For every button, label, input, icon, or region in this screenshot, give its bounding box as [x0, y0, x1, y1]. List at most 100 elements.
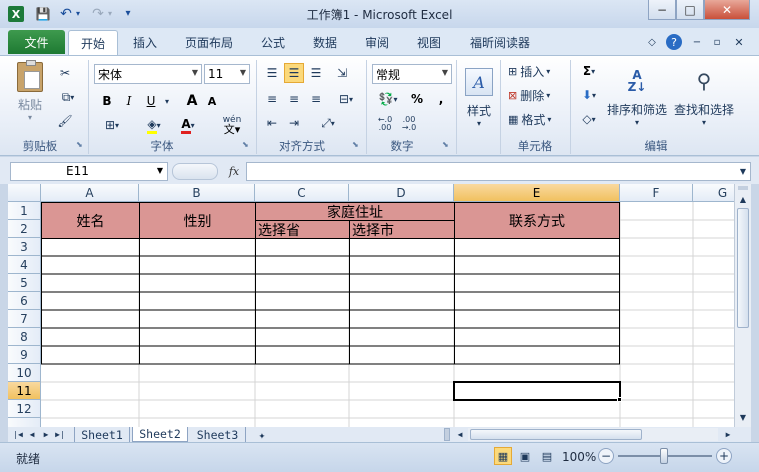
page-layout-view-icon[interactable]: ▣	[516, 447, 534, 465]
doc-close-icon[interactable]: ✕	[732, 30, 746, 54]
row-header-4[interactable]: 4	[8, 256, 41, 274]
selected-cell-e11[interactable]	[453, 381, 621, 401]
name-box[interactable]: E11 ▼	[10, 162, 168, 181]
vertical-scrollbar[interactable]: ▲ ▼	[734, 184, 751, 427]
paste-button[interactable]: 粘贴 ▾	[12, 60, 48, 122]
row-header-1[interactable]: 1	[8, 202, 41, 220]
increase-decimal-icon[interactable]: ←.0.00	[374, 114, 396, 134]
number-format-combo[interactable]: 常规 ▼	[372, 64, 452, 84]
select-all-corner[interactable]	[8, 184, 41, 202]
align-center-icon[interactable]: ≡	[284, 90, 304, 108]
wrap-text-icon[interactable]: ⇲	[332, 64, 352, 82]
shrink-font-button[interactable]: A	[204, 92, 220, 110]
fill-color-icon[interactable]: ◈ ▾	[140, 116, 168, 134]
formula-input[interactable]	[246, 162, 751, 181]
tab-page-layout[interactable]: 页面布局	[176, 30, 242, 54]
format-painter-icon[interactable]: 🖌	[56, 112, 74, 130]
column-header-c[interactable]: C	[255, 184, 349, 202]
horizontal-scroll-thumb[interactable]	[470, 429, 642, 440]
increase-indent-icon[interactable]: ⇥	[284, 114, 304, 132]
tab-foxit-reader[interactable]: 福昕阅读器	[462, 30, 538, 54]
scroll-up-icon[interactable]: ▲	[735, 192, 751, 206]
column-header-d[interactable]: D	[349, 184, 454, 202]
minimize-button[interactable]: −	[648, 0, 676, 20]
scroll-down-icon[interactable]: ▼	[735, 410, 751, 424]
expand-formula-icon[interactable]: ▼	[736, 163, 750, 180]
phonetic-icon[interactable]: wén 文▾	[216, 114, 248, 136]
normal-view-icon[interactable]: ▦	[494, 447, 512, 465]
sheet-tab-1[interactable]: Sheet1	[74, 427, 130, 442]
currency-icon[interactable]: 💱 ▾	[374, 90, 402, 108]
row-header-13[interactable]	[8, 418, 41, 427]
align-bottom-icon[interactable]: ☰	[306, 64, 326, 82]
doc-minimize-icon[interactable]: −	[690, 30, 704, 54]
row-header-7[interactable]: 7	[8, 310, 41, 328]
formula-divider-handle[interactable]	[172, 163, 218, 180]
first-sheet-icon[interactable]: |◀	[12, 427, 24, 442]
cell-province-header[interactable]: 选择省	[255, 220, 350, 239]
column-header-a[interactable]: A	[41, 184, 139, 202]
grow-font-button[interactable]: A	[184, 92, 200, 110]
font-size-combo[interactable]: 11 ▼	[204, 64, 250, 84]
prev-sheet-icon[interactable]: ◀	[26, 427, 38, 442]
maximize-button[interactable]: □	[676, 0, 704, 20]
fill-icon[interactable]: ⬇ ▾	[576, 86, 602, 104]
column-header-f[interactable]: F	[620, 184, 693, 202]
ribbon-collapse-icon[interactable]: ◇	[645, 30, 659, 54]
row-header-6[interactable]: 6	[8, 292, 41, 310]
styles-button[interactable]: A 样式 ▾	[462, 62, 496, 134]
zoom-level[interactable]: 100%	[562, 450, 596, 464]
cell-city-header[interactable]: 选择市	[349, 220, 455, 239]
next-sheet-icon[interactable]: ▶	[40, 427, 52, 442]
clear-icon[interactable]: ◇ ▾	[576, 110, 602, 128]
insert-sheet-icon[interactable]: ✦	[252, 427, 272, 442]
cell-address-header[interactable]: 家庭住址	[255, 202, 455, 221]
italic-button[interactable]: I	[120, 92, 138, 110]
merge-center-icon[interactable]: ⊟ ▾	[332, 90, 360, 108]
last-sheet-icon[interactable]: ▶|	[54, 427, 66, 442]
corner-resize-handle[interactable]	[736, 427, 751, 442]
row-header-3[interactable]: 3	[8, 238, 41, 256]
find-select-button[interactable]: ⚲ 查找和选择 ▾	[672, 62, 736, 134]
number-launcher-icon[interactable]: ⬊	[442, 140, 452, 150]
cut-icon[interactable]: ✂	[56, 64, 74, 82]
delete-cells-button[interactable]: ⊠ 删除 ▾	[508, 86, 564, 104]
autosum-button[interactable]: Σ ▾	[576, 62, 602, 80]
bold-button[interactable]: B	[98, 92, 116, 110]
sheet-tab-2[interactable]: Sheet2	[132, 427, 188, 442]
zoom-slider-thumb[interactable]	[660, 448, 668, 464]
alignment-launcher-icon[interactable]: ⬊	[352, 140, 362, 150]
scroll-right-icon[interactable]: ▶	[722, 427, 734, 442]
worksheet-grid[interactable]: A B C D E F G 1 2 3 4 5 6 7 8 9 10 11 12…	[8, 184, 734, 427]
column-header-b[interactable]: B	[139, 184, 255, 202]
row-header-9[interactable]: 9	[8, 346, 41, 364]
row-header-5[interactable]: 5	[8, 274, 41, 292]
tab-view[interactable]: 视图	[406, 30, 452, 54]
comma-button[interactable]: ,	[432, 90, 450, 108]
cell-gender-header[interactable]: 性别	[139, 202, 256, 239]
row-header-10[interactable]: 10	[8, 364, 41, 382]
tab-review[interactable]: 审阅	[354, 30, 400, 54]
tab-file[interactable]: 文件	[8, 30, 65, 54]
format-cells-button[interactable]: ▦ 格式 ▾	[508, 110, 564, 128]
column-header-e[interactable]: E	[454, 184, 620, 202]
decrease-indent-icon[interactable]: ⇤	[262, 114, 282, 132]
sort-filter-button[interactable]: A Z↓ 排序和筛选 ▾	[606, 62, 668, 134]
borders-icon[interactable]: ⊞ ▾	[98, 116, 126, 134]
underline-button[interactable]: U	[142, 92, 160, 110]
font-launcher-icon[interactable]: ⬊	[242, 140, 252, 150]
page-break-view-icon[interactable]: ▤	[538, 447, 556, 465]
font-color-icon[interactable]: A ▾	[174, 116, 202, 134]
zoom-in-icon[interactable]: +	[716, 448, 732, 464]
decrease-decimal-icon[interactable]: .00 →.0	[398, 114, 420, 134]
doc-restore-icon[interactable]: ▫	[710, 30, 724, 54]
align-right-icon[interactable]: ≡	[306, 90, 326, 108]
underline-dropdown-icon[interactable]: ▾	[162, 92, 172, 110]
row-header-11[interactable]: 11	[8, 382, 41, 400]
row-header-2[interactable]: 2	[8, 220, 41, 238]
tab-insert[interactable]: 插入	[122, 30, 168, 54]
orientation-icon[interactable]: ⤢ ▾	[314, 114, 342, 132]
row-header-8[interactable]: 8	[8, 328, 41, 346]
clipboard-launcher-icon[interactable]: ⬊	[76, 140, 86, 150]
column-header-g[interactable]: G	[693, 184, 734, 202]
